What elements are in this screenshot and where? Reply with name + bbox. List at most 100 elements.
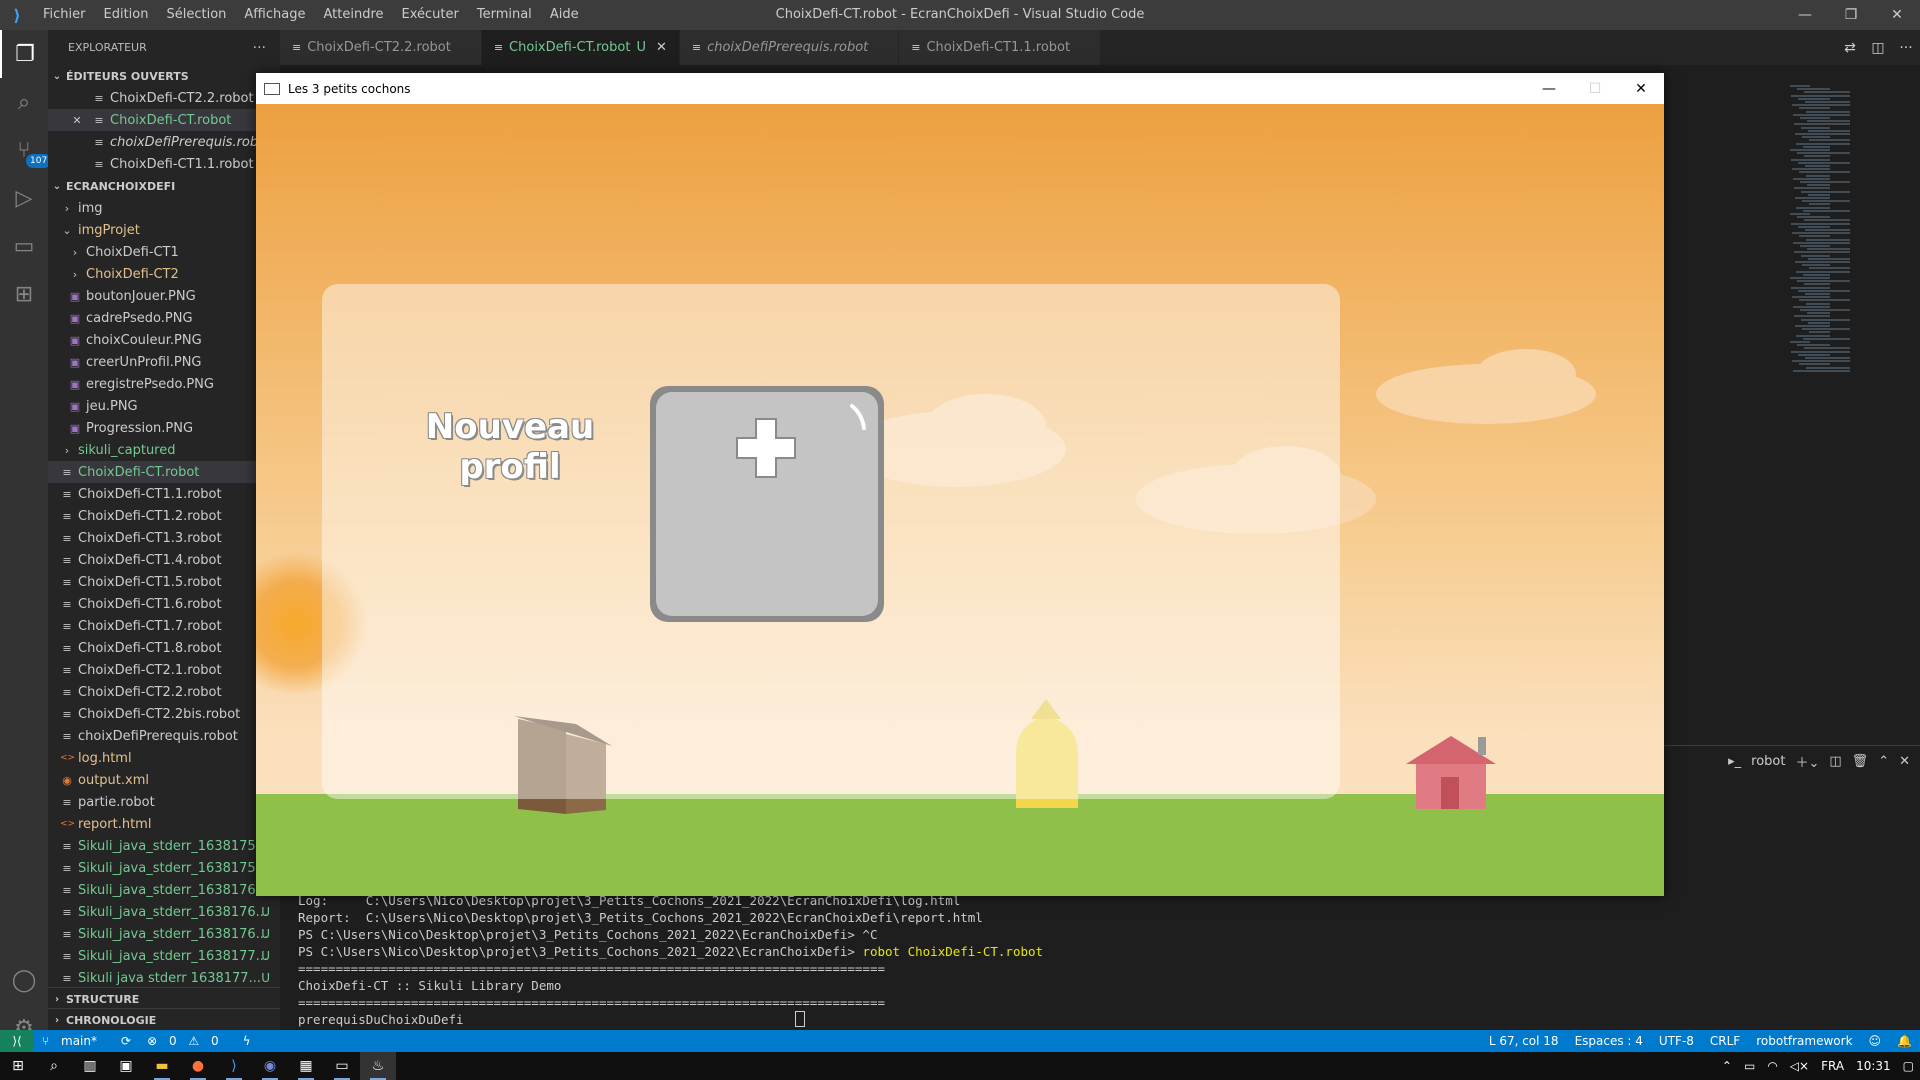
tree-item[interactable]: ▣ jeu.PNG [48,395,280,417]
app-icon[interactable]: ▣ [108,1052,144,1080]
tree-item[interactable]: ≡ ChoixDefi-CT1.1.robot [48,483,280,505]
windows-start-icon[interactable]: ⊞ [0,1052,36,1080]
tree-item[interactable]: <>report.htmlI [48,813,280,835]
split-terminal-icon[interactable]: ◫ [1829,754,1841,769]
close-icon[interactable]: ✕ [1874,0,1920,30]
menu-selection[interactable]: Sélection [157,0,235,30]
tree-item[interactable]: ▣ Progression.PNG [48,417,280,439]
new-terminal-icon[interactable]: ＋⌄ [1795,752,1819,771]
terminal-name[interactable]: robot [1751,754,1785,769]
indentation[interactable]: Espaces : 4 [1567,1034,1651,1048]
editor-tab[interactable]: ≡ ChoixDefi-CT2.2.robot [280,30,482,65]
menu-terminal[interactable]: Terminal [468,0,541,30]
tree-item[interactable]: ≡ Sikuli_java_stderr_1638175... [48,857,280,879]
tree-item[interactable]: ≡ ChoixDefi-CT2.2bis.robot [48,703,280,725]
restore-icon[interactable]: ❐ [1828,0,1874,30]
open-editors-section[interactable]: ⌄ ÉDITEURS OUVERTS [48,65,280,87]
tree-item[interactable]: ≡ ChoixDefi-CT.robot [48,461,280,483]
menu-atteindre[interactable]: Atteindre [314,0,392,30]
tree-item[interactable]: ≡ ChoixDefi-CT1.7.robot [48,615,280,637]
source-control-icon[interactable]: ⑂ 107 [0,126,52,174]
tray-expand-icon[interactable]: ⌃ [1716,1059,1738,1073]
tree-item[interactable]: ≡ Sikuli_java_stderr_1638176... U [48,923,280,945]
menu-fichier[interactable]: Fichier [34,0,95,30]
close-panel-icon[interactable]: ✕ [1899,754,1910,769]
menu-aide[interactable]: Aide [541,0,588,30]
tree-item[interactable]: ≡ ChoixDefi-CT2.2.robot [48,681,280,703]
menu-executer[interactable]: Exécuter [393,0,468,30]
editor-tab[interactable]: ≡ ChoixDefi-CT1.1.robot [899,30,1102,65]
open-editor-item[interactable]: ≡ choixDefiPrerequis.robot [48,131,280,153]
account-icon[interactable]: ◯ [0,956,48,1004]
encoding[interactable]: UTF-8 [1651,1034,1702,1048]
tree-item[interactable]: ▣ boutonJouer.PNG [48,285,280,307]
tree-item[interactable]: ≡ partie.robot [48,791,280,813]
timeline-section[interactable]: › CHRONOLOGIE [48,1008,280,1031]
tree-item[interactable]: › img [48,197,280,219]
search-icon[interactable]: ⌕ [0,78,48,126]
tree-item[interactable]: ≡ ChoixDefi-CT1.6.robot [48,593,280,615]
notifications-bell-icon[interactable]: 🔔 [1889,1034,1920,1048]
tree-item[interactable]: ≡ ChoixDefi-CT1.2.robot [48,505,280,527]
remote-explorer-icon[interactable]: ▭ [0,222,48,270]
game-close-icon[interactable]: ✕ [1618,81,1664,97]
battery-icon[interactable]: ▭ [1738,1059,1761,1073]
new-profile-label[interactable]: Nouveau profil [391,407,629,487]
clock[interactable]: 10:31 [1850,1059,1897,1073]
tree-item[interactable]: ≡ Sikuli_java_stderr_1638176... [48,879,280,901]
taskbar-search-icon[interactable]: ⌕ [36,1052,72,1080]
file-explorer-icon[interactable]: ▬ [144,1052,180,1080]
tree-item[interactable]: ≡ ChoixDefi-CT2.1.robot [48,659,280,681]
tree-item[interactable]: ≡ Sikuli_java_stderr_1638176... U [48,901,280,923]
minimap[interactable] [1790,85,1890,385]
tree-item[interactable]: ≡ Sikuli java stderr 1638177... U [48,967,280,989]
more-actions-icon[interactable]: ··· [1892,40,1920,56]
problems-indicator[interactable]: ⊗ 0 ⚠ 0 [139,1034,235,1048]
menu-affichage[interactable]: Affichage [235,0,314,30]
minimize-icon[interactable]: — [1782,0,1828,30]
menu-edition[interactable]: Edition [95,0,158,30]
tree-item[interactable]: ≡ Sikuli_java_stderr_1638175... [48,835,280,857]
language-mode[interactable]: robotframework [1748,1034,1860,1048]
tree-item[interactable]: <>log.htmlI [48,747,280,769]
tree-item[interactable]: › ChoixDefi-CT1 [48,241,280,263]
tree-item[interactable]: ▣ choixCouleur.PNG [48,329,280,351]
discord-icon[interactable]: ◉ [252,1052,288,1080]
tree-item[interactable]: ≡ ChoixDefi-CT1.3.robot [48,527,280,549]
feedback-icon[interactable]: ☺ [1861,1034,1890,1048]
tree-item[interactable]: ≡ choixDefiPrerequis.robot [48,725,280,747]
close-editor-icon[interactable]: ✕ [66,114,88,127]
cursor-position[interactable]: L 67, col 18 [1481,1034,1567,1048]
new-profile-button[interactable] [650,386,884,622]
wifi-icon[interactable]: ◠ [1761,1059,1783,1073]
trash-icon[interactable]: 🗑 [1852,754,1869,769]
tree-item[interactable]: › ChoixDefi-CT2 [48,263,280,285]
branch-indicator[interactable]: ⑂ main* [34,1034,113,1048]
remote-indicator-icon[interactable]: ⟩⟨ [0,1030,34,1052]
firefox-icon[interactable]: ● [180,1052,216,1080]
run-debug-icon[interactable]: ▷ [0,174,48,222]
close-tab-icon[interactable]: ✕ [656,40,667,55]
volume-icon[interactable]: ◁× [1784,1059,1815,1073]
tree-item[interactable]: ▣ eregistrePsedo.PNG [48,373,280,395]
extensions-icon[interactable]: ⊞ [0,270,48,318]
tree-item[interactable]: ▣ creerUnProfil.PNG [48,351,280,373]
game-minimize-icon[interactable]: — [1526,81,1572,97]
workspace-section[interactable]: ⌄ ECRANCHOIXDEFI [48,175,280,197]
editor-tab[interactable]: ≡ ChoixDefi-CT.robot U ✕ [481,30,680,65]
vscode-icon[interactable]: ⟩ [216,1052,252,1080]
ide-icon[interactable]: ▦ [288,1052,324,1080]
game-maximize-icon[interactable]: ☐ [1572,81,1618,97]
tree-item[interactable]: ≡ ChoixDefi-CT1.4.robot [48,549,280,571]
tree-item[interactable]: ◉output.xmlI [48,769,280,791]
editor-tab[interactable]: ≡ choixDefiPrerequis.robot [679,30,900,65]
end-of-line[interactable]: CRLF [1702,1034,1748,1048]
maximize-panel-icon[interactable]: ⌃ [1878,754,1889,769]
structure-section[interactable]: › STRUCTURE [48,987,280,1010]
action-center-icon[interactable]: ▢ [1897,1059,1920,1073]
tree-item[interactable]: ▣ cadrePsedo.PNG [48,307,280,329]
tree-item[interactable]: ≡ ChoixDefi-CT1.5.robot [48,571,280,593]
open-editor-item[interactable]: ✕ ≡ ChoixDefi-CT.robot [48,109,280,131]
split-editor-icon[interactable]: ◫ [1864,40,1892,56]
tree-item[interactable]: ⌄ imgProjet [48,219,280,241]
